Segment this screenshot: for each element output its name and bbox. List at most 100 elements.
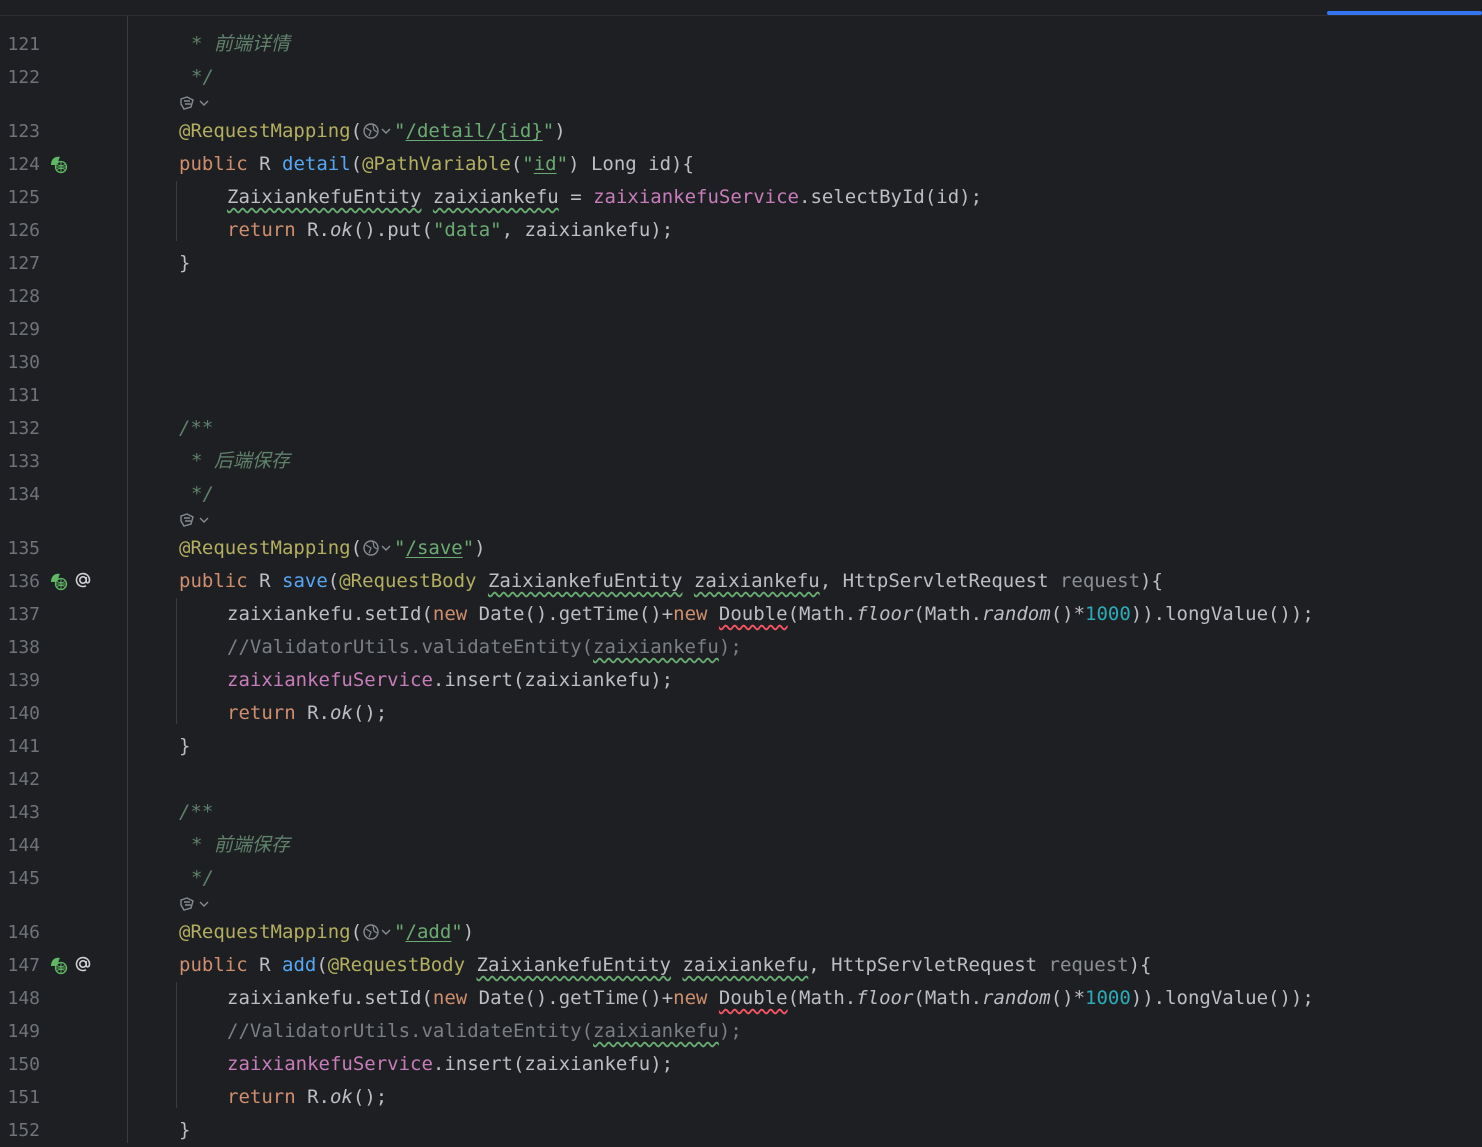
method-name: floor: [856, 603, 914, 625]
code-line[interactable]: zaixiankefu.setId(new Date().getTime()+n…: [227, 598, 1314, 631]
parameter: zaixiankefu: [693, 570, 820, 592]
ai-hint[interactable]: [179, 894, 209, 914]
code-line[interactable]: }: [179, 247, 190, 280]
code-line[interactable]: zaixiankefuService.insert(zaixiankefu);: [227, 664, 673, 697]
annotation: @RequestMapping: [179, 120, 351, 142]
line-number: 122: [7, 67, 40, 88]
web-endpoint-icon[interactable]: [48, 571, 68, 591]
punctuation: }: [179, 1119, 191, 1141]
line-number: 126: [7, 220, 40, 241]
url-path[interactable]: /detail/{id}: [406, 120, 543, 142]
code-line[interactable]: }: [179, 1114, 190, 1147]
method-name: floor: [856, 987, 914, 1009]
punctuation: }: [179, 252, 191, 274]
doc-comment: */: [191, 66, 214, 88]
code-text: .insert(zaixiankefu);: [432, 1053, 674, 1075]
code-line[interactable]: * 后端保存: [179, 445, 290, 478]
line-comment: );: [718, 636, 742, 658]
line-number: 147: [7, 955, 40, 976]
keyword: return: [227, 219, 296, 241]
type-name: HttpServletRequest: [831, 954, 1049, 976]
ai-hint-icon: [180, 96, 194, 110]
code-line[interactable]: return R.ok().put("data", zaixiankefu);: [227, 214, 673, 247]
line-number: 142: [7, 769, 40, 790]
code-line[interactable]: @RequestMapping("/detail/{id}"): [179, 115, 566, 148]
punctuation: ,: [808, 954, 832, 976]
code-line[interactable]: * 前端保存: [179, 829, 290, 862]
code-line[interactable]: */: [179, 478, 214, 511]
keyword: new: [673, 987, 708, 1009]
code-line[interactable]: /**: [179, 412, 213, 445]
field: zaixiankefuService: [593, 186, 799, 208]
punctuation: }: [179, 735, 191, 757]
code-line[interactable]: * 前端详情: [179, 28, 290, 61]
code-line[interactable]: */: [179, 61, 214, 94]
code-text: .insert(zaixiankefu);: [432, 669, 674, 691]
code-text: R.: [307, 1086, 330, 1108]
globe-dropdown-icon[interactable]: [362, 539, 394, 557]
code-line[interactable]: */: [179, 862, 214, 895]
field: zaixiankefuService: [227, 1053, 433, 1075]
code-line[interactable]: zaixiankefu.setId(new Date().getTime()+n…: [227, 982, 1314, 1015]
code-line[interactable]: @RequestMapping("/add"): [179, 916, 474, 949]
code-line[interactable]: //ValidatorUtils.validateEntity(zaixiank…: [227, 1015, 742, 1048]
at-sign-icon[interactable]: [73, 954, 93, 974]
ai-hint[interactable]: [179, 510, 209, 530]
code-line[interactable]: zaixiankefuService.insert(zaixiankefu);: [227, 1048, 673, 1081]
parameter: request: [1059, 570, 1141, 592]
code-line[interactable]: return R.ok();: [227, 1081, 387, 1114]
code-text: Date().getTime()+: [467, 987, 674, 1009]
line-number: 148: [7, 988, 40, 1009]
punctuation: ): [568, 153, 580, 175]
code-line[interactable]: }: [179, 730, 190, 763]
punctuation: ): [474, 537, 486, 559]
code-text: zaixiankefu.setId(: [227, 603, 433, 625]
code-line[interactable]: @RequestMapping("/save"): [179, 532, 486, 565]
web-endpoint-icon[interactable]: [48, 154, 68, 174]
code-text: )).longValue());: [1130, 987, 1314, 1009]
type-name: ZaixiankefuEntity: [227, 186, 422, 208]
code-line[interactable]: return R.ok();: [227, 697, 387, 730]
method-name: random: [982, 603, 1051, 625]
code-line[interactable]: public R detail(@PathVariable("id") Long…: [179, 148, 694, 181]
web-endpoint-icon[interactable]: [48, 955, 68, 975]
method-name: ok: [329, 702, 353, 724]
indent-guide: [176, 181, 177, 241]
line-number: 139: [7, 670, 40, 691]
at-sign-icon[interactable]: [73, 570, 93, 590]
variable: zaixiankefu: [432, 186, 559, 208]
punctuation: ){: [1140, 570, 1163, 592]
line-number: 131: [7, 385, 40, 406]
line-number: 145: [7, 868, 40, 889]
code-text: R.: [307, 219, 330, 241]
url-path[interactable]: /save: [406, 537, 463, 559]
code-text: =: [558, 186, 594, 208]
annotation: @RequestBody: [327, 954, 466, 976]
code-line[interactable]: public R save(@RequestBody ZaixiankefuEn…: [179, 565, 1163, 598]
ai-hint[interactable]: [179, 93, 209, 113]
string-quote: ": [522, 153, 534, 175]
line-comment: );: [718, 1020, 742, 1042]
code-text: R.: [307, 702, 330, 724]
url-path[interactable]: /add: [406, 921, 452, 943]
code-line[interactable]: public R add(@RequestBody ZaixiankefuEnt…: [179, 949, 1151, 982]
code-text: )).longValue());: [1130, 603, 1314, 625]
doc-comment: */: [191, 867, 214, 889]
punctuation: ): [462, 921, 475, 943]
string-quote: ": [394, 120, 406, 142]
line-number: 143: [7, 802, 40, 823]
punctuation: ): [554, 120, 566, 142]
punctuation: (: [327, 570, 340, 592]
code-line[interactable]: ZaixiankefuEntity zaixiankefu = zaixiank…: [227, 181, 982, 214]
top-separator: [0, 15, 1482, 16]
code-line[interactable]: //ValidatorUtils.validateEntity(zaixiank…: [227, 631, 742, 664]
code-text: ()*: [1050, 987, 1086, 1009]
chevron-down-icon: [199, 517, 209, 523]
code-line[interactable]: /**: [179, 796, 213, 829]
globe-dropdown-icon[interactable]: [362, 122, 394, 140]
line-number: 134: [7, 484, 40, 505]
ai-hint-icon: [180, 513, 194, 527]
globe-dropdown-icon[interactable]: [362, 923, 394, 941]
code-text: (Math.: [913, 987, 983, 1009]
line-number: 152: [7, 1120, 40, 1141]
